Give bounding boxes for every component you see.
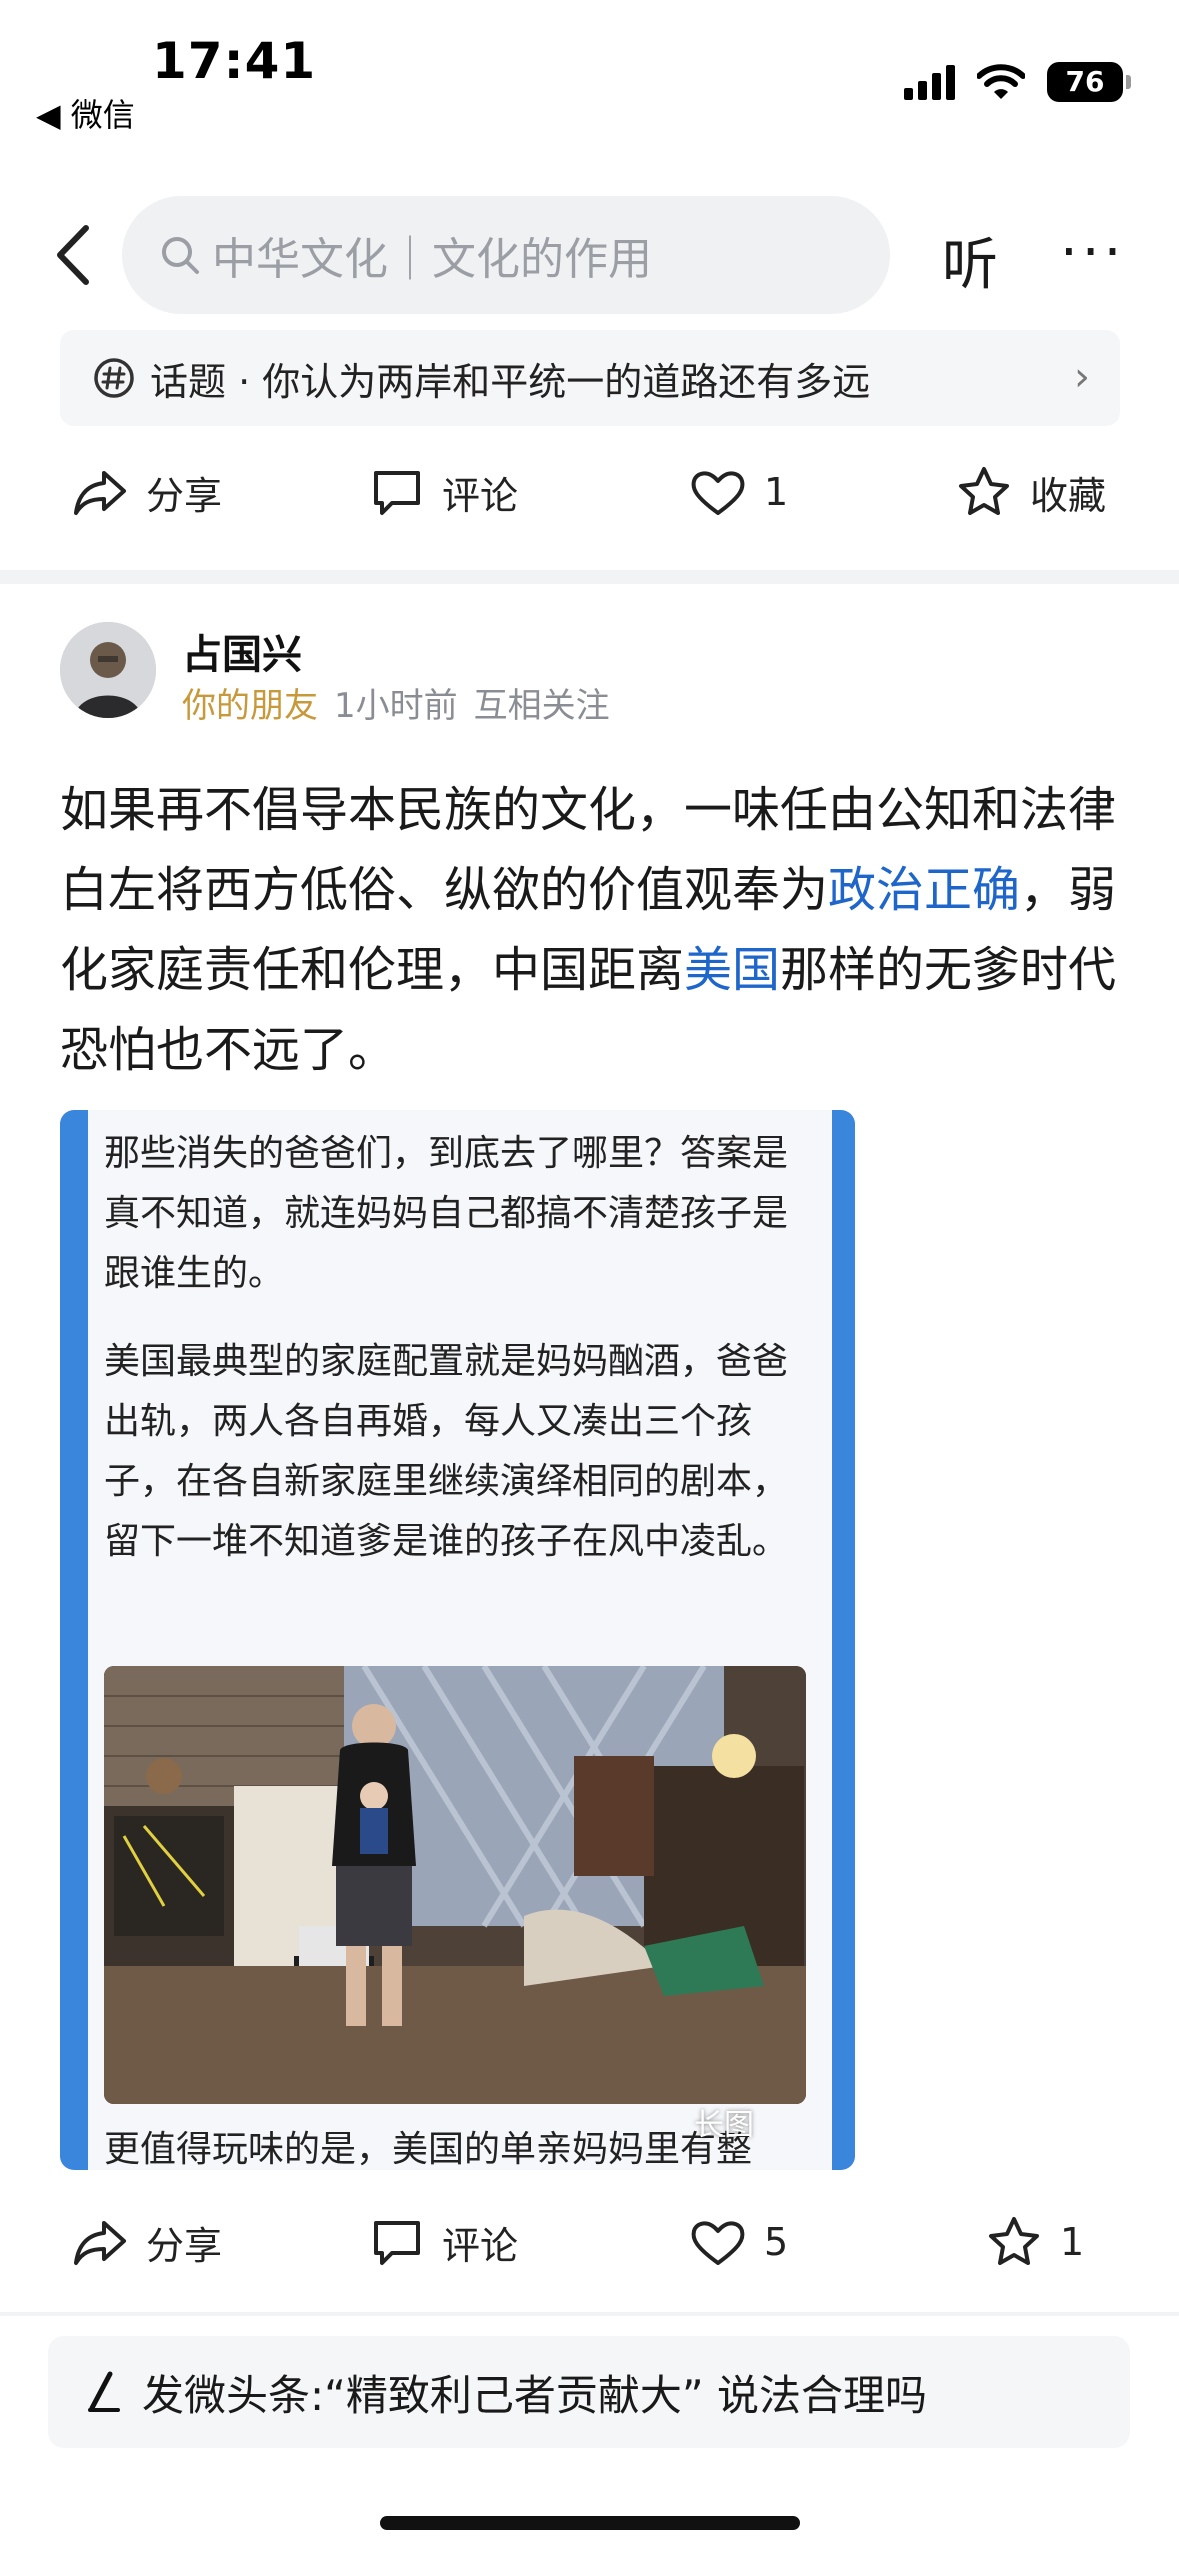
- long-image-content: 那些消失的爸爸们，到底去了哪里？答案是真不知道，就连妈妈自己都搞不清楚孩子是跟谁…: [88, 1110, 832, 2170]
- comment-label: 评论: [442, 2223, 519, 2268]
- family-photo: [104, 1666, 806, 2104]
- like-button[interactable]: 5: [690, 2192, 788, 2292]
- cellular-signal-icon: [904, 64, 955, 100]
- listen-button[interactable]: 听: [942, 220, 998, 301]
- author-name[interactable]: 占国兴: [182, 622, 302, 680]
- star-icon: [989, 2217, 1039, 2265]
- image-paragraph-2: 美国最典型的家庭配置就是妈妈酗酒，爸爸出轨，两人各自再婚，每人又凑出三个孩子，在…: [104, 1341, 789, 1562]
- star-icon: [959, 467, 1009, 515]
- collect-button[interactable]: 收藏: [956, 442, 1106, 542]
- status-icons: 76: [904, 62, 1131, 102]
- search-query-text: 中华文化｜文化的作用: [212, 234, 652, 285]
- heart-icon: [691, 471, 745, 515]
- previous-post-action-bar: 分享 评论 1 收藏: [0, 442, 1179, 542]
- bottom-divider: [0, 2312, 1179, 2316]
- long-image-badge: 长图: [694, 2108, 754, 2143]
- like-count: 1: [764, 470, 789, 514]
- relation-tag: 互相关注: [473, 686, 610, 726]
- search-icon: [162, 237, 199, 274]
- top-nav-bar: 中华文化｜文化的作用 听 ···: [0, 190, 1179, 320]
- compose-prompt: 发微头条:“精致利己者贡献大” 说法合理吗: [142, 2370, 928, 2420]
- image-paragraph-1: 那些消失的爸爸们，到底去了哪里？答案是真不知道，就连妈妈自己都搞不清楚孩子是跟谁…: [104, 1133, 789, 1294]
- share-label: 分享: [146, 473, 223, 518]
- post-action-bar: 分享 评论 5 1: [0, 2192, 1179, 2292]
- comment-icon: [374, 471, 420, 515]
- collect-button[interactable]: 1: [986, 2192, 1084, 2292]
- section-divider: [0, 570, 1179, 584]
- chevron-right-icon: ›: [1074, 354, 1090, 400]
- search-input[interactable]: 中华文化｜文化的作用: [122, 196, 890, 314]
- status-bar: 17:41 ◀ 微信 76: [0, 0, 1179, 150]
- comment-button[interactable]: 评论: [370, 2192, 518, 2292]
- avatar[interactable]: [60, 622, 156, 718]
- share-button[interactable]: 分享: [72, 442, 222, 542]
- post-body-text: 如果再不倡导本民族的文化，一味任由公知和法律白左将西方低俗、纵欲的价值观奉为政治…: [60, 770, 1130, 1090]
- share-label: 分享: [146, 2223, 223, 2268]
- battery-icon: 76: [1047, 62, 1131, 102]
- share-button[interactable]: 分享: [72, 2192, 222, 2292]
- more-options-button[interactable]: ···: [1060, 220, 1125, 285]
- comment-label: 评论: [442, 473, 519, 518]
- usa-link[interactable]: 美国: [684, 942, 780, 998]
- post-long-image[interactable]: 那些消失的爸爸们，到底去了哪里？答案是真不知道，就连妈妈自己都搞不清楚孩子是跟谁…: [60, 1110, 855, 2170]
- back-to-wechat-link[interactable]: ◀ 微信: [36, 90, 135, 136]
- friend-tag: 你的朋友: [182, 686, 318, 726]
- post-time: 1小时前: [334, 686, 458, 726]
- topic-link[interactable]: 话题 · 你认为两岸和平统一的道路还有多远 ›: [60, 330, 1120, 426]
- author-meta: 你的朋友 1小时前 互相关注: [182, 678, 610, 727]
- pen-icon: [88, 2371, 120, 2412]
- topic-text: 话题 · 你认为两岸和平统一的道路还有多远: [150, 359, 871, 404]
- comment-icon: [374, 2221, 420, 2265]
- share-icon: [74, 471, 126, 515]
- hashtag-icon: [94, 358, 134, 398]
- political-correctness-link[interactable]: 政治正确: [828, 862, 1020, 918]
- like-count: 5: [764, 2220, 789, 2264]
- like-button[interactable]: 1: [690, 442, 788, 542]
- chevron-left-icon: [57, 225, 89, 285]
- wifi-icon: [977, 64, 1025, 100]
- collect-label: 收藏: [1030, 473, 1107, 518]
- home-indicator[interactable]: [380, 2516, 800, 2530]
- status-time: 17:41: [152, 32, 317, 90]
- collect-count: 1: [1060, 2220, 1085, 2264]
- share-icon: [74, 2221, 126, 2265]
- back-button[interactable]: [48, 220, 98, 290]
- comment-button[interactable]: 评论: [370, 442, 518, 542]
- heart-icon: [691, 2221, 745, 2265]
- compose-post-bar[interactable]: 发微头条:“精致利己者贡献大” 说法合理吗: [48, 2336, 1130, 2448]
